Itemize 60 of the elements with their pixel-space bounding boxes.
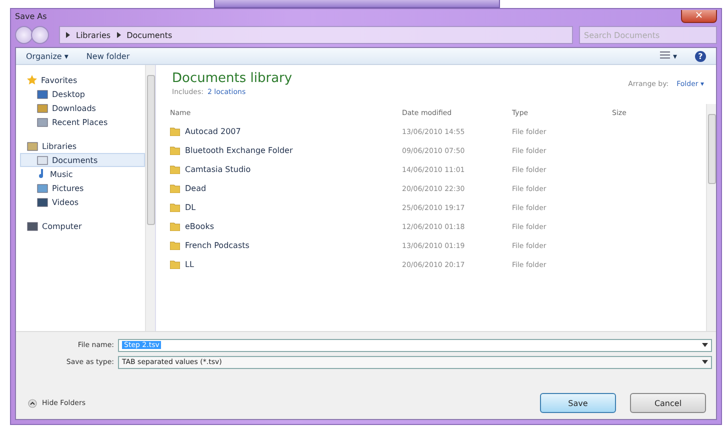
dropdown-caret-icon[interactable] xyxy=(702,343,708,347)
file-name-cell[interactable]: eBooks xyxy=(170,222,402,231)
forward-button[interactable] xyxy=(31,26,49,44)
organize-button[interactable]: Organize ▾ xyxy=(26,52,68,60)
sidebar-item[interactable]: Videos xyxy=(20,195,145,209)
folder-name: Bluetooth Exchange Folder xyxy=(185,146,293,155)
sidebar-item-label: Computer xyxy=(42,222,82,230)
sidebar-item[interactable]: Pictures xyxy=(20,181,145,195)
breadcrumb-arrow-icon xyxy=(66,32,70,38)
sidebar-item[interactable]: Documents xyxy=(20,153,145,167)
music-note-icon xyxy=(37,169,46,179)
breadcrumb-arrow-icon xyxy=(116,32,121,38)
dropdown-caret-icon[interactable] xyxy=(702,360,708,364)
sidebar-item-label: Recent Places xyxy=(52,118,108,126)
cancel-button[interactable]: Cancel xyxy=(630,393,706,413)
save-button[interactable]: Save xyxy=(540,393,616,413)
new-folder-button[interactable]: New folder xyxy=(86,52,130,60)
folder-name: Autocad 2007 xyxy=(185,127,241,136)
file-name-cell[interactable]: Camtasia Studio xyxy=(170,165,402,174)
folder-name: DL xyxy=(185,203,196,212)
sidebar-item[interactable]: Recent Places xyxy=(20,115,145,129)
sidebar-item[interactable]: Favorites xyxy=(20,73,145,87)
scrollbar[interactable] xyxy=(145,65,155,331)
sidebar-item-label: Documents xyxy=(52,156,98,164)
views-button[interactable]: ▾ xyxy=(660,51,677,61)
collapse-icon xyxy=(28,398,37,408)
file-name-cell[interactable]: DL xyxy=(170,203,402,212)
help-icon[interactable]: ? xyxy=(695,50,706,62)
scrollbar[interactable] xyxy=(706,104,716,331)
sidebar-item[interactable]: Desktop xyxy=(20,87,145,101)
sidebar-item-label: Libraries xyxy=(42,142,77,150)
file-name-cell[interactable]: LL xyxy=(170,260,402,269)
sidebar-item-label: Desktop xyxy=(52,90,85,98)
views-icon xyxy=(660,51,670,59)
back-button[interactable] xyxy=(15,26,33,44)
sidebar-item[interactable]: Music xyxy=(20,167,145,181)
sidebar-item-label: Pictures xyxy=(52,184,84,192)
folder-name: Camtasia Studio xyxy=(185,165,251,174)
sidebar-item-label: Downloads xyxy=(52,104,96,112)
file-name-cell[interactable]: French Podcasts xyxy=(170,241,402,250)
sidebar-item-label: Favorites xyxy=(41,76,78,84)
sidebar-item[interactable]: Libraries xyxy=(20,139,145,153)
file-name-cell[interactable]: Autocad 2007 xyxy=(170,127,402,136)
breadcrumb[interactable]: Libraries xyxy=(76,30,111,40)
breadcrumb[interactable]: Documents xyxy=(126,30,172,40)
folder-name: Dead xyxy=(185,184,206,193)
file-name-cell[interactable]: Dead xyxy=(170,184,402,193)
search-field[interactable]: Search Documents xyxy=(579,26,717,44)
folder-name: French Podcasts xyxy=(185,241,250,250)
sidebar-item-label: Music xyxy=(50,170,73,178)
folder-name: LL xyxy=(185,260,194,269)
sidebar-item-label: Videos xyxy=(52,198,79,206)
address-bar[interactable]: Libraries Documents xyxy=(59,26,573,44)
library-title: Documents library xyxy=(172,71,292,86)
window-title: Save As xyxy=(15,12,47,20)
star-icon xyxy=(27,75,37,85)
file-name-cell[interactable]: Bluetooth Exchange Folder xyxy=(170,146,402,155)
folder-name: eBooks xyxy=(185,222,214,231)
sidebar-item[interactable]: Computer xyxy=(20,219,145,233)
sidebar-item[interactable]: Downloads xyxy=(20,101,145,115)
